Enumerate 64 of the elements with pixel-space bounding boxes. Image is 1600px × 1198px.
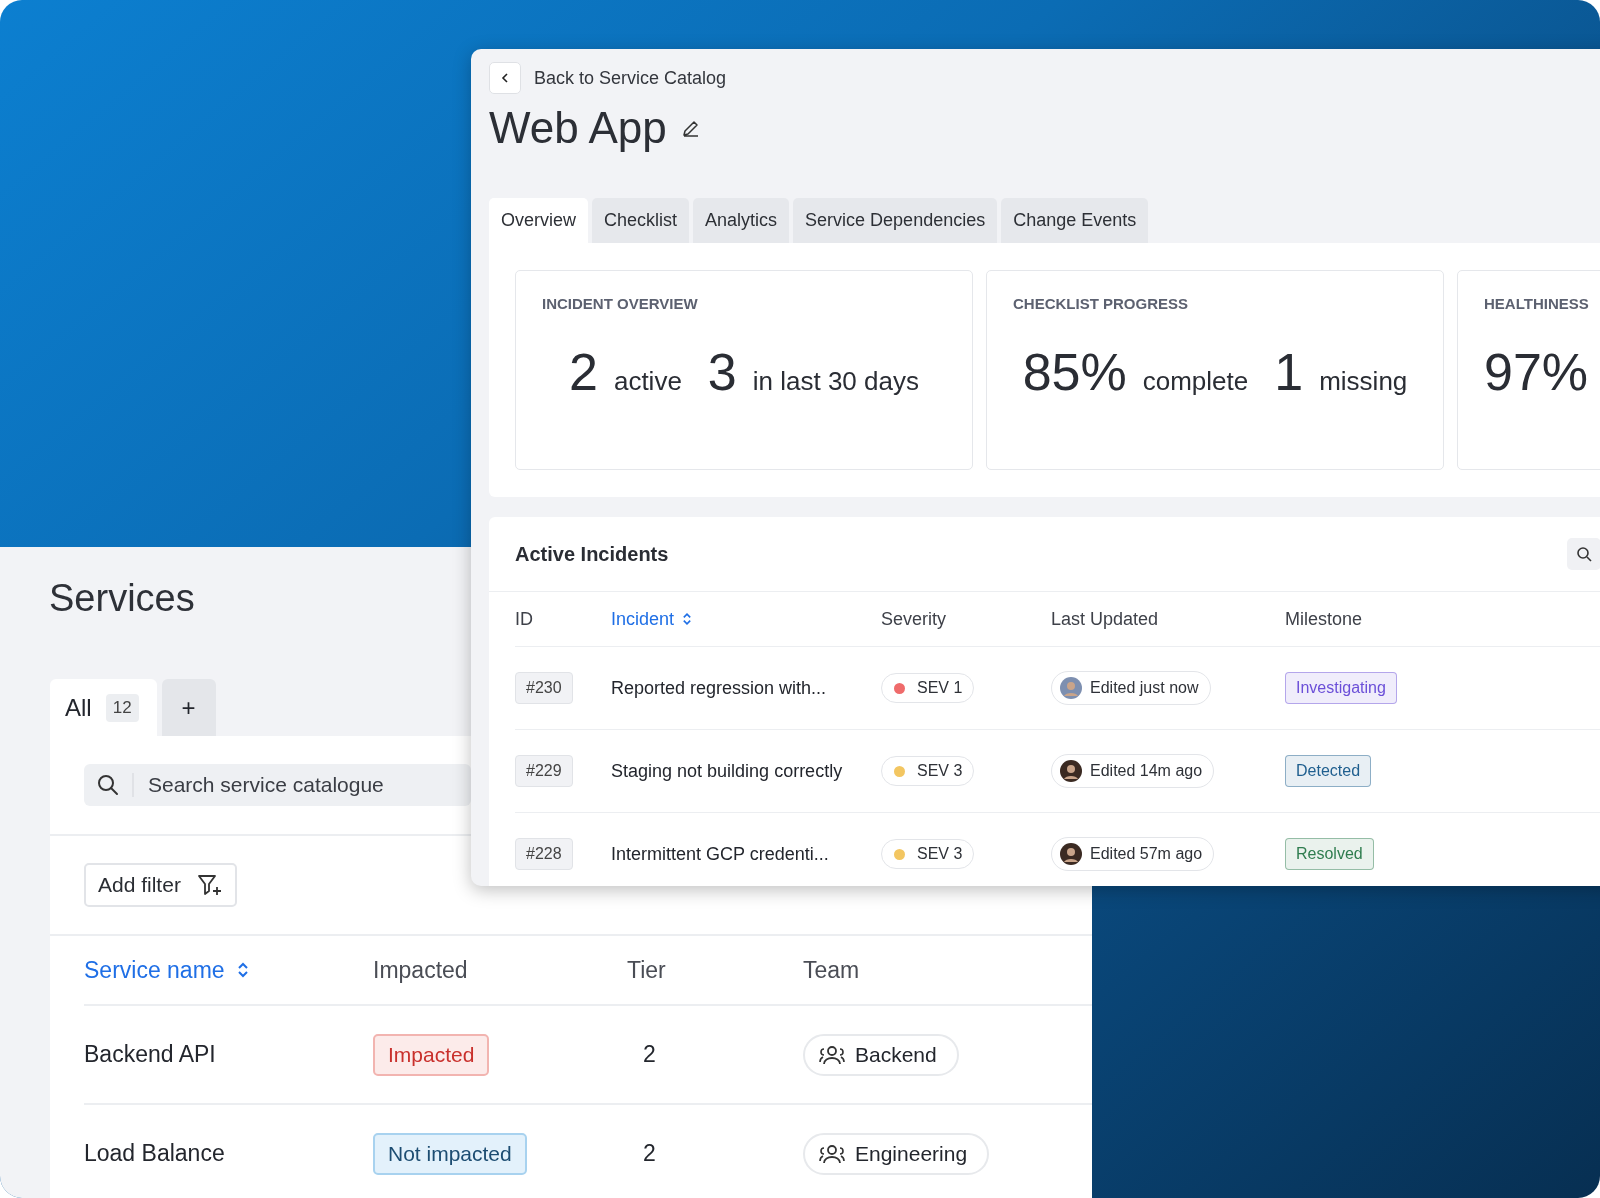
stat-text: 3 in last 30 days	[707, 342, 919, 402]
incident-id: #229	[515, 755, 573, 787]
incident-name[interactable]: Reported regression with...	[611, 677, 827, 699]
incident-id: #228	[515, 838, 573, 870]
team-chip: Engineering	[803, 1132, 990, 1175]
search-input[interactable]: Search service catalogue	[134, 772, 471, 798]
search-icon	[1576, 546, 1592, 562]
service-name: Load Balance	[84, 1140, 225, 1167]
column-header[interactable]: Milestone	[1285, 608, 1600, 630]
tab[interactable]: +	[161, 679, 216, 736]
back-link[interactable]: Back to Service Catalog	[534, 67, 727, 89]
stat-text: 97%	[1484, 342, 1590, 402]
count-badge: 12	[105, 693, 139, 722]
back-button[interactable]	[489, 62, 521, 94]
column-header[interactable]: Service name	[84, 956, 373, 984]
column-header[interactable]: Impacted	[373, 956, 627, 984]
tab[interactable]: Overview	[489, 198, 588, 243]
card-title: HEALTHINESS	[1484, 295, 1590, 312]
column-header[interactable]: Severity	[881, 608, 1051, 630]
tab[interactable]: Change Events	[1001, 198, 1149, 243]
stat-text: 1 missing	[1274, 342, 1408, 402]
team-chip: Backend	[803, 1033, 959, 1076]
stat-text: 2 active	[569, 342, 682, 402]
avatar-icon	[1060, 760, 1082, 782]
section-title: Active Incidents	[515, 542, 669, 566]
tab[interactable]: Analytics	[693, 198, 790, 243]
tab-label: +	[181, 693, 196, 722]
impact-tag: Impacted	[373, 1033, 490, 1076]
column-header[interactable]: Last Updated	[1051, 608, 1285, 630]
add-filter-button[interactable]: Add filter	[84, 863, 237, 907]
service-title: Web App	[489, 103, 667, 153]
milestone-tag: Investigating	[1285, 672, 1397, 704]
tab[interactable]: Service Dependencies	[793, 198, 998, 243]
people-icon	[819, 1043, 845, 1066]
column-header[interactable]: Incident	[611, 608, 881, 630]
pencil-icon[interactable]	[680, 118, 701, 138]
sort-icon	[682, 611, 693, 627]
column-header[interactable]: ID	[515, 608, 611, 630]
tab-label: All	[65, 693, 92, 722]
card-title: INCIDENT OVERVIEW	[542, 295, 699, 312]
tab[interactable]: Checklist	[592, 198, 690, 243]
incident-id: #230	[515, 672, 573, 704]
column-header[interactable]: Team	[803, 956, 1092, 984]
milestone-tag: Detected	[1285, 755, 1372, 787]
sort-icon	[236, 960, 249, 980]
avatar-icon	[1060, 677, 1082, 699]
column-header[interactable]: Tier	[627, 956, 803, 984]
filter-plus-icon	[196, 873, 223, 897]
chevron-left-icon	[499, 72, 511, 84]
card-title: CHECKLIST PROGRESS	[1013, 295, 1190, 312]
tier-value: 2	[643, 1140, 656, 1167]
incident-name[interactable]: Intermittent GCP credenti...	[611, 843, 829, 865]
page-title: Services	[49, 577, 195, 619]
milestone-tag: Resolved	[1285, 838, 1374, 870]
stat-text: 85% complete	[1022, 342, 1249, 402]
incident-name[interactable]: Staging not building correctly	[611, 760, 843, 782]
avatar-icon	[1060, 843, 1082, 865]
search-button[interactable]	[1567, 538, 1600, 570]
impact-tag: Not impacted	[373, 1132, 527, 1175]
service-name: Backend API	[84, 1041, 216, 1068]
search-field[interactable]: Search service catalogue	[84, 764, 471, 806]
people-icon	[819, 1142, 845, 1165]
tier-value: 2	[643, 1041, 656, 1068]
tab[interactable]: All 12	[50, 679, 157, 736]
